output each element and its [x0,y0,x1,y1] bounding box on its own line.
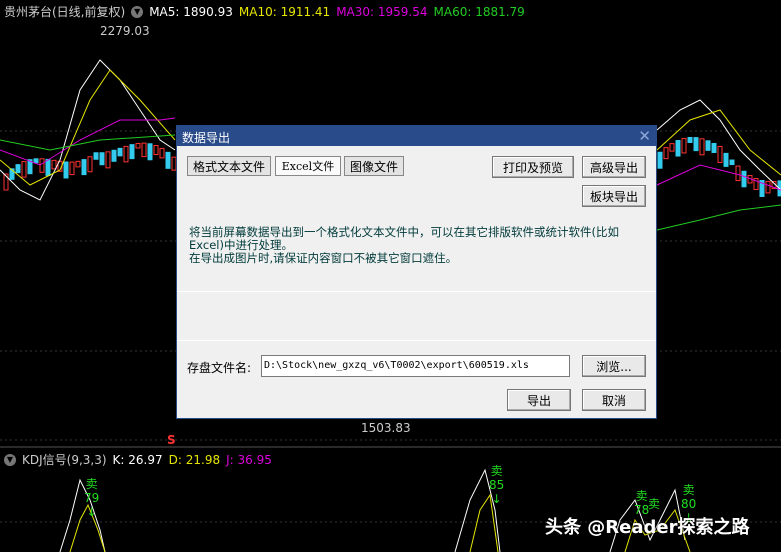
data-export-dialog: 数据导出 ✕ 格式文本文件 Excel文件 图像文件 打印及预览 高级导出 板块导… [176,125,657,419]
kdj-title: KDJ信号(9,3,3) [22,453,107,467]
candle [135,142,141,149]
candle [93,152,99,160]
candle [75,160,81,168]
candle [141,142,147,158]
candle [687,136,693,143]
candle [39,158,45,173]
candle [159,147,165,159]
tab-excel-file[interactable]: Excel文件 [275,156,341,176]
cancel-button[interactable]: 取消 [582,389,646,411]
print-preview-button[interactable]: 打印及预览 [492,156,574,178]
kdj-d: D: 21.98 [168,452,221,467]
candle [69,161,75,176]
kdj-k: K: 26.97 [112,452,163,467]
candle [705,140,711,151]
tab-text-file[interactable]: 格式文本文件 [187,156,271,176]
candle [15,164,21,174]
browse-button[interactable]: 浏览... [582,355,646,377]
stock-title: 贵州茅台(日线,前复权) [4,5,126,19]
kdj-j: J: 36.95 [226,452,272,467]
description: 将当前屏幕数据导出到一个格式化文本文件中，可以在其它排版软件或统计软件(比如Ex… [189,225,619,265]
candle [99,152,105,166]
chart-header: 贵州茅台(日线,前复权) ▼ MA5: 1890.93 MA10: 1911.4… [4,3,525,20]
candle [165,151,171,169]
dialog-title: 数据导出 [182,131,231,145]
candle [741,170,747,188]
candle [657,151,663,169]
ma10-value: MA10: 1911.41 [238,4,331,19]
candle [765,180,771,194]
ma30-value: MA30: 1959.54 [336,4,428,19]
candle [699,138,705,156]
candle [729,159,735,166]
divider [177,340,656,341]
filename-label: 存盘文件名: [187,361,252,375]
close-icon[interactable]: ✕ [638,127,651,145]
candle [123,145,129,163]
ma60-value: MA60: 1881.79 [433,4,525,19]
candle [147,143,153,161]
ma5-line [0,59,176,201]
advanced-export-button[interactable]: 高级导出 [582,156,646,178]
block-export-button[interactable]: 板块导出 [582,185,646,207]
candle [111,149,117,162]
filename-input[interactable]: D:\Stock\new_gxzq_v6\T0002\export\600519… [261,355,570,377]
candle [693,137,699,152]
candle [87,156,93,173]
dropdown-icon[interactable]: ▼ [4,453,16,466]
dialog-titlebar: 数据导出 ✕ [177,126,656,146]
candle [45,158,51,176]
sell-signal: 卖 79 ↓ [84,477,100,519]
candle [129,144,135,160]
candle [51,159,57,170]
candle [735,165,741,182]
kdj-k-line [59,468,686,552]
candle [711,142,717,153]
candle [669,143,675,152]
candle [21,161,27,178]
dropdown-icon[interactable]: ▼ [131,5,144,18]
watermark: 头条 @Reader探索之路 [545,517,750,538]
sell-signal: 卖 [648,497,661,511]
candle [117,147,123,157]
kdj-header: ▼ KDJ信号(9,3,3) K: 26.97 D: 21.98 J: 36.9… [4,451,272,468]
candle [81,159,87,176]
candle [723,152,729,167]
high-price-label: 2279.03 [100,24,150,38]
candle [681,137,687,154]
candle [105,151,111,169]
s-marker: S [167,433,176,447]
candle [675,140,681,157]
tab-image-file[interactable]: 图像文件 [344,156,404,176]
candle [33,158,39,164]
sell-signal: 卖 85 ↓ [489,464,505,506]
export-button[interactable]: 导出 [507,389,571,411]
candle [717,145,723,163]
candle [153,145,159,156]
divider [177,291,656,292]
candle [63,161,69,179]
candle [663,147,669,160]
ma5-value: MA5: 1890.93 [149,4,233,19]
low-price-label: 1503.83 [361,421,411,435]
